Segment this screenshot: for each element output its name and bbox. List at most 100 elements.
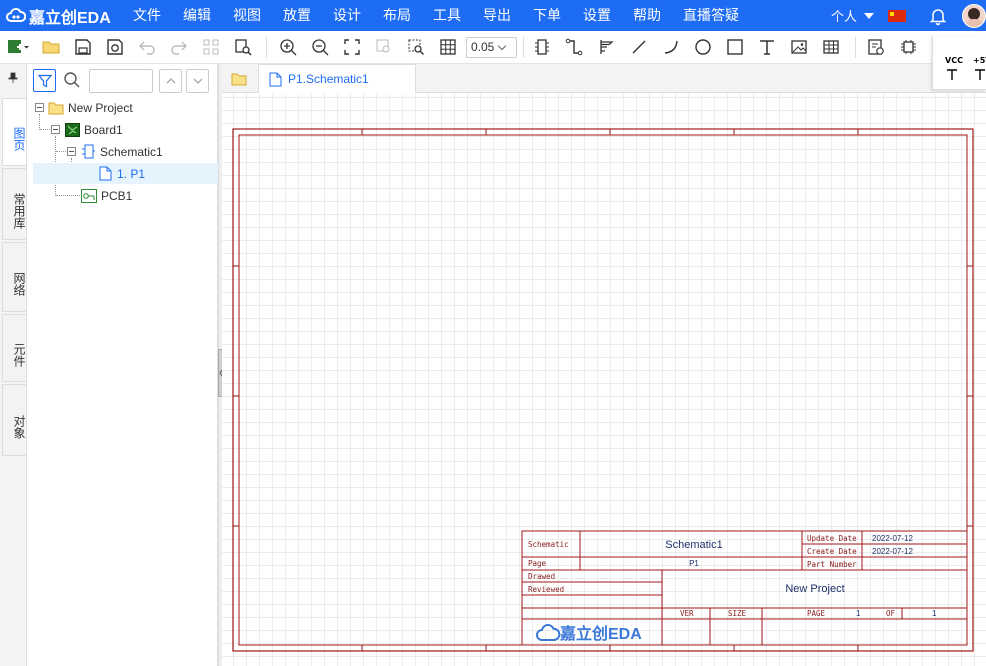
- wire-icon: [565, 38, 583, 56]
- tb-page-no-label: PAGE: [807, 609, 826, 618]
- tb-reviewed-label: Reviewed: [528, 585, 564, 594]
- tab-common-library[interactable]: 常用库: [2, 168, 26, 240]
- chevron-down-icon: [498, 41, 507, 50]
- project-tree-panel: New Project Board1 Schematic1 1. P1 PCB1: [27, 64, 218, 666]
- menu-edit[interactable]: 编辑: [172, 0, 222, 31]
- sheet-zone-ticks: [233, 129, 973, 651]
- tree-node-project[interactable]: New Project: [35, 97, 218, 118]
- collapse-toggle-icon[interactable]: [51, 125, 60, 134]
- new-file-button[interactable]: [4, 36, 32, 58]
- tree-node-board[interactable]: Board1: [51, 119, 218, 140]
- tb-update-date-value[interactable]: 2022-07-12: [872, 534, 913, 543]
- left-vertical-tabs: 图页 常用库 网络 元件 对象: [0, 64, 27, 666]
- zoom-area-button[interactable]: [405, 36, 427, 58]
- tab-schematic-page[interactable]: P1.Schematic1: [258, 64, 416, 93]
- place-image-button[interactable]: [788, 36, 810, 58]
- convert-to-pcb-button[interactable]: [897, 36, 919, 58]
- tab-components[interactable]: 元件: [2, 314, 26, 382]
- search-icon[interactable]: [63, 71, 81, 89]
- plus-5v-symbol[interactable]: +5V: [973, 56, 986, 81]
- place-wire-button[interactable]: [563, 36, 585, 58]
- app-logo[interactable]: 嘉立创EDA: [0, 0, 122, 31]
- place-component-button[interactable]: [531, 36, 553, 58]
- tab-objects[interactable]: 对象: [2, 384, 26, 456]
- page-icon: [269, 72, 282, 86]
- text-icon: [760, 40, 774, 55]
- menu-settings[interactable]: 设置: [572, 0, 622, 31]
- bell-icon[interactable]: [928, 6, 948, 26]
- tree-search-input[interactable]: [89, 69, 153, 93]
- china-flag-icon[interactable]: [888, 9, 906, 22]
- tb-schematic-value[interactable]: Schematic1: [665, 539, 722, 551]
- tb-page-value[interactable]: P1: [689, 559, 699, 568]
- image-icon: [791, 40, 807, 54]
- draw-circle-button[interactable]: [692, 36, 714, 58]
- user-menu[interactable]: 个人: [831, 6, 874, 25]
- logo-text: 嘉立创EDA: [29, 9, 111, 27]
- menu-file[interactable]: 文件: [122, 0, 172, 31]
- tb-of-value[interactable]: 1: [932, 609, 937, 618]
- menu-layout[interactable]: 布局: [372, 0, 422, 31]
- tree-node-page[interactable]: 1. P1: [33, 163, 218, 184]
- save-button[interactable]: [72, 36, 94, 58]
- vcc-label: VCC: [945, 56, 963, 65]
- redo-button[interactable]: [168, 36, 190, 58]
- fit-view-button[interactable]: [341, 36, 363, 58]
- draw-line-button[interactable]: [628, 36, 650, 58]
- zoom-in-button[interactable]: [277, 36, 299, 58]
- collapse-toggle-icon[interactable]: [67, 147, 76, 156]
- menu-view[interactable]: 视图: [222, 0, 272, 31]
- tb-page-no-value[interactable]: 1: [856, 609, 861, 618]
- tree-toolbar: [27, 64, 218, 97]
- tree-node-label: New Project: [68, 100, 133, 115]
- find-document-icon: [235, 39, 252, 56]
- avatar[interactable]: [962, 3, 986, 28]
- home-folder-tab[interactable]: [226, 68, 252, 90]
- grid-align-icon: [203, 39, 219, 55]
- grid-size-select[interactable]: 0.05: [466, 37, 517, 58]
- menu-help[interactable]: 帮助: [622, 0, 672, 31]
- align-button[interactable]: [200, 36, 222, 58]
- open-folder-button[interactable]: [40, 36, 62, 58]
- draw-rectangle-button[interactable]: [724, 36, 746, 58]
- check-document-icon: [868, 39, 884, 55]
- tab-nets[interactable]: 网络: [2, 242, 26, 312]
- menu-design[interactable]: 设计: [322, 0, 372, 31]
- next-match-button[interactable]: [186, 69, 209, 93]
- place-table-button[interactable]: [820, 36, 842, 58]
- tree-node-schematic[interactable]: Schematic1: [67, 141, 218, 162]
- tab-pages[interactable]: 图页: [2, 98, 26, 166]
- place-bus-button[interactable]: [596, 36, 618, 58]
- menu-tools[interactable]: 工具: [422, 0, 472, 31]
- menu-place[interactable]: 放置: [272, 0, 322, 31]
- menu-export[interactable]: 导出: [472, 0, 522, 31]
- vcc-symbol[interactable]: VCC: [945, 56, 963, 81]
- schematic-canvas[interactable]: Schematic Schematic1 Page P1 Drawed Revi…: [222, 94, 986, 666]
- menu-live-qa[interactable]: 直播答疑: [672, 0, 750, 31]
- zoom-selection-button[interactable]: [373, 36, 395, 58]
- previous-match-button[interactable]: [159, 69, 182, 93]
- zoom-out-button[interactable]: [309, 36, 331, 58]
- plus-5v-label: +5V: [973, 56, 986, 65]
- tree-connector: [40, 129, 50, 130]
- filter-button[interactable]: [33, 69, 56, 92]
- collapse-toggle-icon[interactable]: [35, 103, 44, 112]
- snapshot-icon: [107, 39, 123, 55]
- tree-node-pcb[interactable]: PCB1: [81, 185, 218, 206]
- app-window: 嘉立创EDA 文件 编辑 视图 放置 设计 布局 工具 导出 下单 设置 帮助 …: [0, 0, 986, 666]
- tb-project-value[interactable]: New Project: [785, 583, 844, 595]
- draw-arc-button[interactable]: [660, 36, 682, 58]
- pin-icon[interactable]: [8, 72, 18, 84]
- menu-order[interactable]: 下单: [522, 0, 572, 31]
- redo-icon: [171, 41, 187, 55]
- save-snapshot-button[interactable]: [104, 36, 126, 58]
- undo-button[interactable]: [136, 36, 158, 58]
- find-similar-button[interactable]: [232, 36, 254, 58]
- line-icon: [632, 40, 646, 54]
- design-check-button[interactable]: [865, 36, 887, 58]
- tb-create-date-value[interactable]: 2022-07-12: [872, 547, 913, 556]
- grid-toggle-button[interactable]: [437, 36, 459, 58]
- undo-icon: [139, 41, 155, 55]
- caret-down-icon: [864, 12, 874, 19]
- place-text-button[interactable]: [756, 36, 778, 58]
